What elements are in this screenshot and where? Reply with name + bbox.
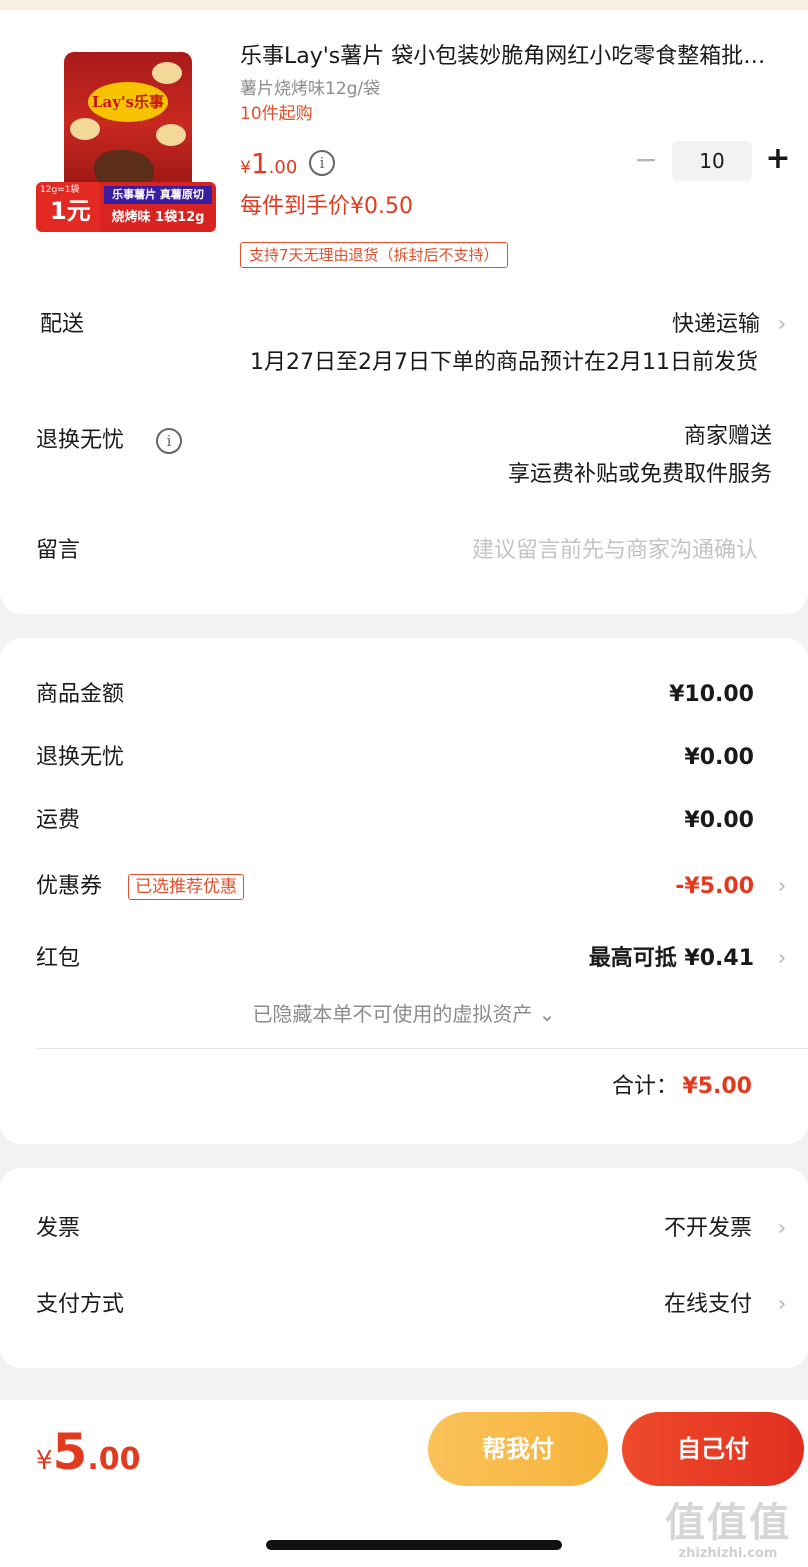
goods-amount-value: ¥10.00 bbox=[669, 682, 754, 707]
total-currency: ¥ bbox=[36, 1446, 53, 1476]
price-info-icon[interactable]: i bbox=[309, 150, 335, 176]
subtotal-label: 合计： bbox=[611, 1074, 678, 1099]
coupon-label: 优惠券 bbox=[36, 874, 103, 899]
total-decimal: .00 bbox=[87, 1442, 141, 1477]
site-watermark: 值值值 zhizhizhi.com bbox=[658, 1500, 798, 1562]
promo-price: 12g=1袋 1元 bbox=[36, 182, 100, 232]
payment-method-label: 支付方式 bbox=[36, 1292, 125, 1317]
product-thumbnail[interactable]: Lay's乐事 12g=1袋 1元 乐事薯片 真薯原切 烧烤味 1袋12g bbox=[36, 50, 216, 232]
worry-fee-label: 退换无忧 bbox=[36, 745, 125, 770]
invoice-label: 发票 bbox=[36, 1216, 81, 1241]
price-decimal: .00 bbox=[268, 157, 298, 178]
quantity-input[interactable]: 10 bbox=[672, 141, 752, 181]
quantity-decrease-button[interactable]: − bbox=[634, 144, 658, 178]
payment-chevron-icon[interactable]: › bbox=[774, 1290, 790, 1320]
goods-amount-label: 商品金额 bbox=[36, 682, 125, 707]
brand-logo: Lay's乐事 bbox=[88, 82, 168, 122]
worry-free-detail: 享运费补贴或免费取件服务 bbox=[507, 462, 772, 487]
chip-shape bbox=[70, 118, 100, 140]
worry-free-info-icon[interactable]: i bbox=[156, 428, 182, 454]
product-spec[interactable]: 薯片烧烤味12g/袋 bbox=[240, 76, 380, 102]
worry-free-label: 退换无忧 bbox=[36, 428, 125, 453]
coupon-chevron-icon[interactable]: › bbox=[774, 872, 790, 902]
quantity-increase-button[interactable]: + bbox=[764, 143, 792, 177]
hidden-assets-toggle[interactable]: 已隐藏本单不可使用的虚拟资产 ⌄ bbox=[0, 998, 808, 1030]
worry-fee-value: ¥0.00 bbox=[684, 745, 754, 770]
promo-line-1: 乐事薯片 真薯原切 bbox=[104, 186, 212, 204]
chip-shape bbox=[152, 62, 182, 84]
redpack-value[interactable]: 最高可抵 ¥0.41 bbox=[589, 942, 754, 976]
watermark-url: zhizhizhi.com bbox=[678, 1546, 778, 1561]
unit-price: ¥1.00 bbox=[240, 144, 297, 188]
help-me-pay-button[interactable]: 帮我付 bbox=[428, 1412, 608, 1486]
coupon-value[interactable]: -¥5.00 bbox=[675, 870, 754, 904]
watermark-glyphs: 值值值 bbox=[665, 1500, 791, 1546]
invoice-chevron-icon[interactable]: › bbox=[774, 1214, 790, 1244]
worry-free-value: 商家赠送 bbox=[683, 424, 772, 449]
return-policy-tag: 支持7天无理由退货（拆封后不支持） bbox=[240, 242, 508, 268]
pay-myself-button[interactable]: 自己付 bbox=[622, 1412, 804, 1486]
order-item-card: Lay's乐事 12g=1袋 1元 乐事薯片 真薯原切 烧烤味 1袋12g 乐事… bbox=[0, 10, 808, 614]
subtotal-value: ¥5.00 bbox=[682, 1074, 752, 1099]
promo-big-text: 1元 bbox=[50, 197, 91, 225]
shipping-value: ¥0.00 bbox=[684, 808, 754, 833]
price-integer: 1 bbox=[250, 147, 269, 180]
product-title[interactable]: 乐事Lay's薯片 袋小包装妙脆角网红小吃零食整箱批发休闲食品 bbox=[240, 40, 770, 74]
delivery-label: 配送 bbox=[40, 312, 85, 337]
message-input[interactable]: 建议留言前先与商家沟通确认 bbox=[472, 534, 758, 568]
promo-banner: 12g=1袋 1元 乐事薯片 真薯原切 烧烤味 1袋12g bbox=[36, 182, 216, 232]
order-total: ¥5.00 bbox=[36, 1422, 141, 1494]
home-indicator[interactable] bbox=[266, 1540, 562, 1550]
final-unit-price: 每件到手价¥0.50 bbox=[240, 194, 413, 219]
promo-desc: 乐事薯片 真薯原切 烧烤味 1袋12g bbox=[100, 182, 216, 232]
top-strip bbox=[0, 0, 808, 10]
invoice-payment-card: 发票 不开发票 › 支付方式 在线支付 › bbox=[0, 1168, 808, 1368]
shipping-label: 运费 bbox=[36, 808, 81, 833]
chip-shape bbox=[156, 124, 186, 146]
total-integer: 5 bbox=[52, 1423, 88, 1481]
min-purchase: 10件起购 bbox=[240, 104, 313, 124]
divider bbox=[36, 1048, 808, 1049]
invoice-value[interactable]: 不开发票 bbox=[664, 1212, 752, 1246]
delivery-estimate: 1月27日至2月7日下单的商品预计在2月11日前发货 bbox=[250, 350, 758, 375]
redpack-label: 红包 bbox=[36, 946, 81, 971]
delivery-chevron-icon[interactable]: › bbox=[774, 310, 790, 340]
amount-summary-card: 商品金额 ¥10.00 退换无忧 ¥0.00 运费 ¥0.00 优惠券 已选推荐… bbox=[0, 638, 808, 1144]
checkout-bar: ¥5.00 帮我付 自己付 值值值 zhizhizhi.com bbox=[0, 1400, 808, 1567]
payment-method-value[interactable]: 在线支付 bbox=[664, 1288, 752, 1322]
price-currency: ¥ bbox=[240, 158, 251, 178]
delivery-method[interactable]: 快递运输 bbox=[672, 308, 760, 342]
promo-line-2: 烧烤味 1袋12g bbox=[111, 210, 205, 225]
message-label: 留言 bbox=[36, 538, 81, 563]
coupon-selected-tag: 已选推荐优惠 bbox=[128, 874, 244, 900]
redpack-chevron-icon[interactable]: › bbox=[774, 944, 790, 974]
